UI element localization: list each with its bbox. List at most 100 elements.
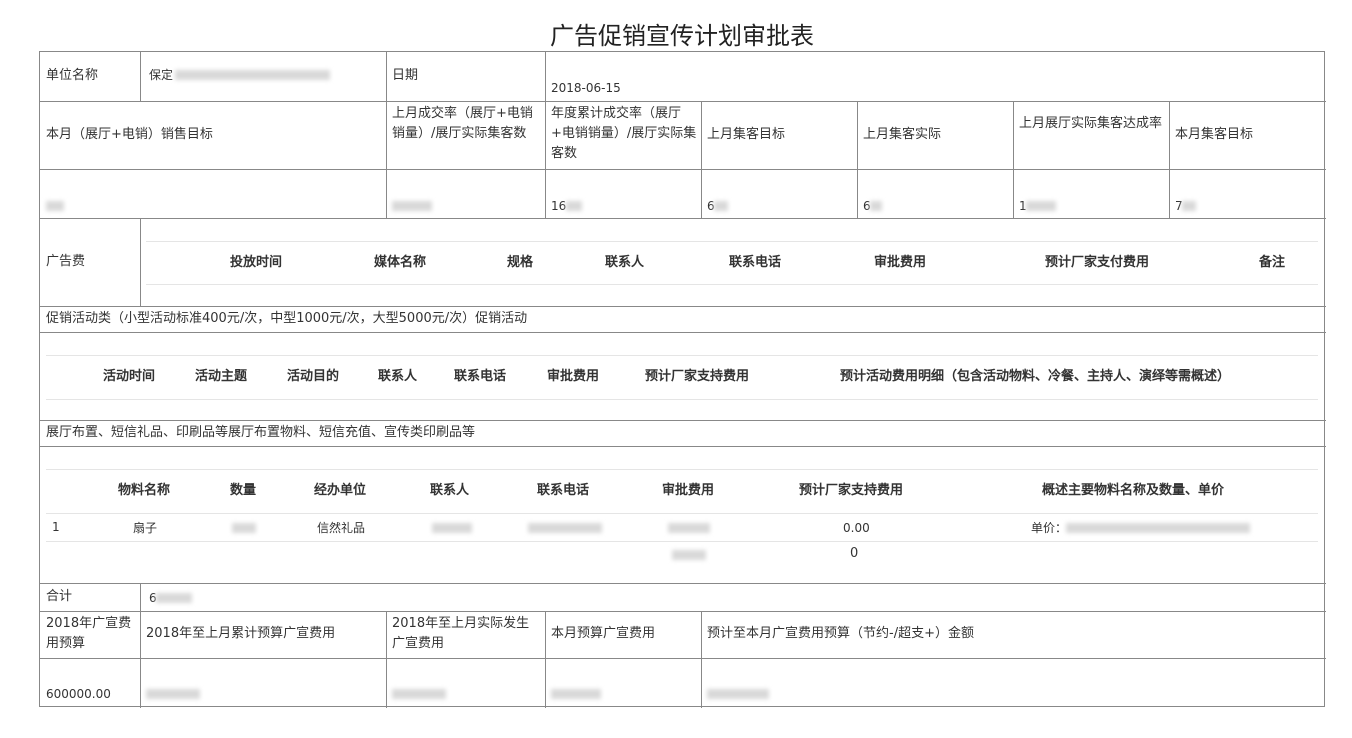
promo-col-vendor-support: 预计厂家支持费用	[645, 369, 750, 384]
redacted-value	[870, 201, 882, 211]
redacted-value	[392, 689, 446, 699]
ad-col-media: 媒体名称	[374, 255, 427, 270]
promo-col-details: 预计活动费用明细（包含活动物料、冷餐、主持人、演绎等需概述）	[840, 369, 1231, 384]
redacted-description	[1066, 523, 1250, 533]
row-divider	[40, 611, 1326, 612]
budget-header-annual: 2018年广宣费用预算	[46, 616, 132, 651]
promo-col-time: 活动时间	[103, 369, 156, 384]
budget-header-actual-spent: 2018年至上月实际发生广宣费用	[392, 616, 530, 651]
redacted-value	[551, 689, 601, 699]
row-divider	[40, 169, 1326, 170]
redacted-value	[714, 201, 728, 211]
col-divider	[386, 101, 387, 218]
mat-row-desc-prefix: 单价：	[1031, 521, 1068, 535]
promo-col-theme: 活动主题	[195, 369, 248, 384]
ad-col-contact: 联系人	[605, 255, 645, 270]
redacted-value	[146, 689, 200, 699]
redacted-phone	[528, 523, 602, 533]
redacted-contact	[432, 523, 472, 533]
mat-col-contact: 联系人	[430, 483, 470, 498]
mat-col-name: 物料名称	[118, 483, 171, 498]
target-value-annual-rate: 16	[551, 199, 567, 213]
promo-col-phone: 联系电话	[454, 369, 507, 384]
redacted-value	[1182, 201, 1196, 211]
mat-row-vendor-support: 0.00	[843, 521, 870, 535]
budget-header-this-month: 本月预算广宣费用	[551, 626, 656, 641]
redacted-value	[392, 201, 432, 211]
col-divider	[386, 52, 387, 101]
col-divider	[140, 611, 141, 708]
sub-divider	[46, 469, 1318, 470]
col-divider	[545, 52, 546, 101]
row-divider	[40, 306, 1326, 307]
col-divider	[140, 583, 141, 611]
mat-row-name: 扇子	[133, 521, 158, 535]
redacted-unit-name	[175, 70, 330, 80]
row-divider	[40, 583, 1326, 584]
ad-fee-label: 广告费	[46, 254, 86, 269]
unit-name-value: 保定	[149, 68, 174, 82]
date-label: 日期	[392, 68, 419, 83]
redacted-value	[46, 201, 64, 211]
ad-col-remark: 备注	[1259, 255, 1286, 270]
ad-col-time: 投放时间	[230, 255, 283, 270]
row-divider	[40, 218, 1326, 219]
col-divider	[1013, 101, 1014, 218]
redacted-qty	[232, 523, 256, 533]
ad-col-phone: 联系电话	[729, 255, 782, 270]
mat-col-qty: 数量	[230, 483, 257, 498]
approval-form: 单位名称 保定 日期 2018-06-15 本月（展厅+电销）销售目标 上月成交…	[39, 51, 1326, 708]
mat-col-vendor-support: 预计厂家支持费用	[799, 483, 904, 498]
unit-name-label: 单位名称	[46, 68, 99, 83]
sub-divider	[146, 284, 1318, 285]
row-divider	[40, 420, 1326, 421]
mat-col-phone: 联系电话	[537, 483, 590, 498]
date-value: 2018-06-15	[551, 81, 621, 95]
row-divider	[40, 332, 1326, 333]
total-label: 合计	[46, 589, 73, 604]
ad-col-spec: 规格	[507, 255, 534, 270]
col-divider	[386, 611, 387, 708]
col-divider	[545, 101, 546, 218]
budget-value-annual: 600000.00	[46, 687, 111, 701]
col-divider	[857, 101, 858, 218]
budget-header-forecast: 预计至本月广宣费用预算（节约-/超支+）金额	[707, 626, 974, 641]
promo-col-purpose: 活动目的	[287, 369, 340, 384]
mat-subtotal-vendor-support: 0	[850, 546, 859, 561]
col-divider	[140, 218, 141, 306]
budget-header-cumulative-budget: 2018年至上月累计预算广宣费用	[146, 626, 336, 641]
target-header-last-month-actual: 上月集客实际	[863, 127, 942, 142]
redacted-value	[707, 689, 769, 699]
col-divider	[701, 611, 702, 708]
promo-label: 促销活动类（小型活动标准400元/次，中型1000元/次，大型5000元/次）促…	[46, 311, 528, 326]
sub-divider	[146, 241, 1318, 242]
target-header-last-month-rate: 上月成交率（展厅+电销销量）/展厅实际集客数	[392, 106, 533, 141]
target-header-annual-rate: 年度累计成交率（展厅+电销销量）/展厅实际集客数	[551, 106, 697, 161]
mat-col-approved: 审批费用	[662, 483, 715, 498]
mat-col-description: 概述主要物料名称及数量、单价	[1042, 483, 1225, 498]
target-header-last-month-goal: 上月集客目标	[707, 127, 786, 142]
col-divider	[140, 52, 141, 101]
materials-label: 展厅布置、短信礼品、印刷品等展厅布置物料、短信充值、宣传类印刷品等	[46, 425, 476, 440]
col-divider	[545, 611, 546, 708]
mat-row-index: 1	[52, 520, 60, 534]
row-divider	[40, 446, 1326, 447]
sub-divider	[46, 399, 1318, 400]
mat-col-agency: 经办单位	[314, 483, 367, 498]
sub-divider	[46, 355, 1318, 356]
target-header-this-month-goal: 本月集客目标	[1175, 127, 1254, 142]
sub-divider	[46, 541, 1318, 542]
redacted-approved	[668, 523, 710, 533]
form-title: 广告促销宣传计划审批表	[550, 22, 814, 50]
row-divider	[40, 658, 1326, 659]
col-divider	[701, 101, 702, 218]
redacted-value	[1026, 201, 1056, 211]
row-divider	[40, 101, 1326, 102]
ad-col-vendor-pay: 预计厂家支付费用	[1045, 255, 1150, 270]
col-divider	[1169, 101, 1170, 218]
redacted-total	[156, 593, 192, 603]
redacted-approved-subtotal	[672, 550, 706, 560]
target-header-sales: 本月（展厅+电销）销售目标	[46, 127, 213, 142]
mat-row-agency: 信然礼品	[317, 521, 366, 535]
promo-col-approved: 审批费用	[547, 369, 600, 384]
